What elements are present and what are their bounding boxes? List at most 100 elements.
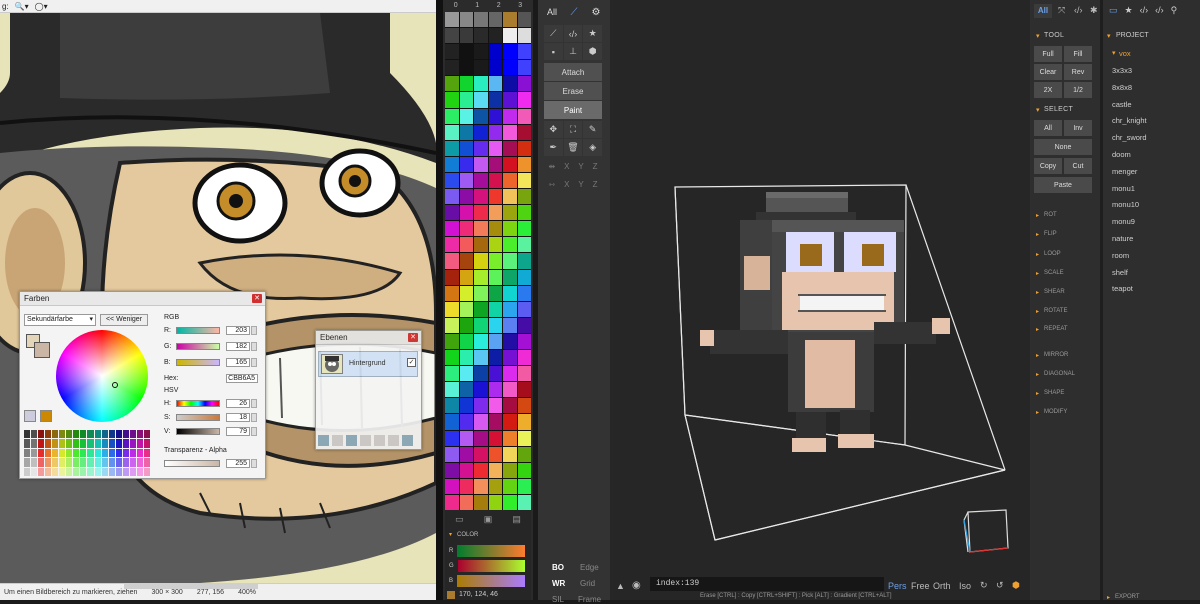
select-inv-button[interactable]: Inv bbox=[1064, 120, 1092, 136]
axis-mirror-icon[interactable]: ⇿ bbox=[548, 180, 555, 194]
palette-swatch[interactable] bbox=[459, 414, 473, 430]
palette-swatch[interactable] bbox=[445, 430, 459, 446]
palette-swatch[interactable] bbox=[503, 350, 517, 366]
palette-swatch[interactable] bbox=[488, 140, 502, 156]
palette-swatch[interactable] bbox=[503, 221, 517, 237]
palette-swatch[interactable] bbox=[459, 269, 473, 285]
palette-swatch[interactable] bbox=[445, 285, 459, 301]
palette-swatch[interactable] bbox=[474, 221, 488, 237]
folder-icon[interactable]: ▭ bbox=[455, 514, 464, 525]
expand-icon[interactable]: ⤧ bbox=[1058, 5, 1065, 16]
palette-swatch[interactable] bbox=[503, 60, 517, 76]
delete-layer-icon[interactable] bbox=[332, 435, 343, 446]
palette-swatch[interactable] bbox=[445, 237, 459, 253]
axis-z-1[interactable]: Z bbox=[593, 162, 598, 176]
mini-palette-swatch[interactable] bbox=[129, 439, 136, 448]
palette-swatch[interactable] bbox=[474, 317, 488, 333]
mini-palette-swatch[interactable] bbox=[80, 430, 87, 439]
mini-palette-swatch[interactable] bbox=[45, 439, 52, 448]
copy-button[interactable]: Copy bbox=[1034, 158, 1062, 174]
palette-swatch[interactable] bbox=[517, 366, 531, 382]
project-item-monu9[interactable]: monu9 bbox=[1112, 217, 1135, 226]
palette-swatch[interactable] bbox=[488, 366, 502, 382]
move-tool-icon[interactable]: ✥ bbox=[544, 121, 563, 138]
mini-palette-swatch[interactable] bbox=[80, 458, 87, 467]
grid-toggle[interactable]: Grid bbox=[580, 579, 595, 588]
alpha-value[interactable]: 255 bbox=[226, 459, 250, 468]
wand-tool-icon[interactable]: ✎ bbox=[583, 121, 602, 138]
code-tab-icon[interactable]: ‹/› bbox=[1140, 5, 1149, 16]
mini-palette[interactable] bbox=[24, 430, 150, 476]
palette-swatch[interactable] bbox=[459, 285, 473, 301]
picker-tool-icon[interactable]: ✒ bbox=[544, 139, 563, 156]
mini-palette-swatch[interactable] bbox=[87, 458, 94, 467]
erase-button[interactable]: Erase bbox=[544, 82, 602, 100]
layer-properties-icon[interactable] bbox=[402, 435, 413, 446]
horizontal-scrollbar[interactable] bbox=[124, 583, 258, 589]
red-spin[interactable] bbox=[251, 326, 257, 335]
palette-swatch[interactable] bbox=[503, 301, 517, 317]
palette-swatch[interactable] bbox=[503, 414, 517, 430]
section-shear[interactable]: SHEAR bbox=[1044, 289, 1065, 295]
project-item-chr_knight[interactable]: chr_knight bbox=[1112, 116, 1147, 125]
mini-palette-swatch[interactable] bbox=[31, 458, 38, 467]
hue-slider[interactable] bbox=[176, 400, 220, 407]
palette-swatch[interactable] bbox=[488, 430, 502, 446]
mini-palette-swatch[interactable] bbox=[59, 448, 66, 458]
palette-swatch[interactable] bbox=[474, 108, 488, 124]
palette-swatch[interactable] bbox=[488, 172, 502, 189]
mini-palette-swatch[interactable] bbox=[115, 430, 122, 439]
palette-swatch[interactable] bbox=[445, 189, 459, 205]
point-tool-icon[interactable]: ▪ bbox=[544, 43, 563, 60]
palette-swap-icon[interactable] bbox=[40, 410, 52, 422]
palette-swatch[interactable] bbox=[474, 366, 488, 382]
palette-swatch[interactable] bbox=[474, 462, 488, 478]
palette-swatch[interactable] bbox=[459, 172, 473, 189]
palette-swatch[interactable] bbox=[503, 44, 517, 60]
palette-swatch[interactable] bbox=[474, 237, 488, 253]
palette-swatch[interactable] bbox=[488, 269, 502, 285]
bo-toggle[interactable]: BO bbox=[552, 563, 564, 572]
mini-palette-swatch[interactable] bbox=[73, 430, 80, 439]
mini-palette-swatch[interactable] bbox=[31, 439, 38, 448]
current-color-swatch[interactable] bbox=[447, 591, 455, 599]
palette-swatch[interactable] bbox=[474, 446, 488, 462]
palette-swatch[interactable] bbox=[488, 462, 502, 478]
palette-swatch[interactable] bbox=[503, 12, 517, 28]
color-wheel[interactable] bbox=[56, 330, 148, 422]
mini-palette-swatch[interactable] bbox=[66, 448, 73, 458]
palette-swatch[interactable] bbox=[488, 221, 502, 237]
full-button[interactable]: Full bbox=[1034, 46, 1062, 62]
folder-tab-icon[interactable]: ▭ bbox=[1109, 5, 1118, 16]
palette-tab-3[interactable]: 3 bbox=[518, 2, 522, 12]
palette-swatch[interactable] bbox=[445, 478, 459, 494]
palette-swatch[interactable] bbox=[459, 317, 473, 333]
palette-swatch[interactable] bbox=[445, 124, 459, 140]
mini-palette-swatch[interactable] bbox=[108, 458, 115, 467]
palette-swatch[interactable] bbox=[474, 205, 488, 221]
less-button[interactable]: << Weniger bbox=[100, 314, 148, 326]
red-slider[interactable] bbox=[176, 327, 220, 334]
palette-swatch[interactable] bbox=[445, 462, 459, 478]
palette-swatch[interactable] bbox=[445, 205, 459, 221]
mini-palette-swatch[interactable] bbox=[129, 430, 136, 439]
project-item-doom[interactable]: doom bbox=[1112, 150, 1131, 159]
palette-swatch[interactable] bbox=[445, 366, 459, 382]
color-r-slider[interactable] bbox=[457, 545, 525, 557]
gear-icon[interactable]: ⚙ bbox=[586, 3, 606, 21]
project-item-castle[interactable]: castle bbox=[1112, 100, 1132, 109]
palette-swatch[interactable] bbox=[445, 350, 459, 366]
cut-button[interactable]: Cut bbox=[1064, 158, 1092, 174]
palette-swatch[interactable] bbox=[474, 414, 488, 430]
green-value[interactable]: 182 bbox=[226, 342, 250, 351]
palette-swatch[interactable] bbox=[459, 124, 473, 140]
palette-tab-1[interactable]: 1 bbox=[475, 2, 479, 12]
mini-palette-swatch[interactable] bbox=[80, 467, 87, 476]
palette-swatch[interactable] bbox=[503, 317, 517, 333]
mini-palette-swatch[interactable] bbox=[129, 467, 136, 476]
color-mode-select[interactable]: Sekundärfarbe ▾ bbox=[24, 314, 96, 326]
close-icon[interactable]: ✕ bbox=[408, 333, 418, 342]
palette-swatch[interactable] bbox=[488, 414, 502, 430]
palette-swatch[interactable] bbox=[488, 156, 502, 172]
palette-swatch[interactable] bbox=[459, 237, 473, 253]
